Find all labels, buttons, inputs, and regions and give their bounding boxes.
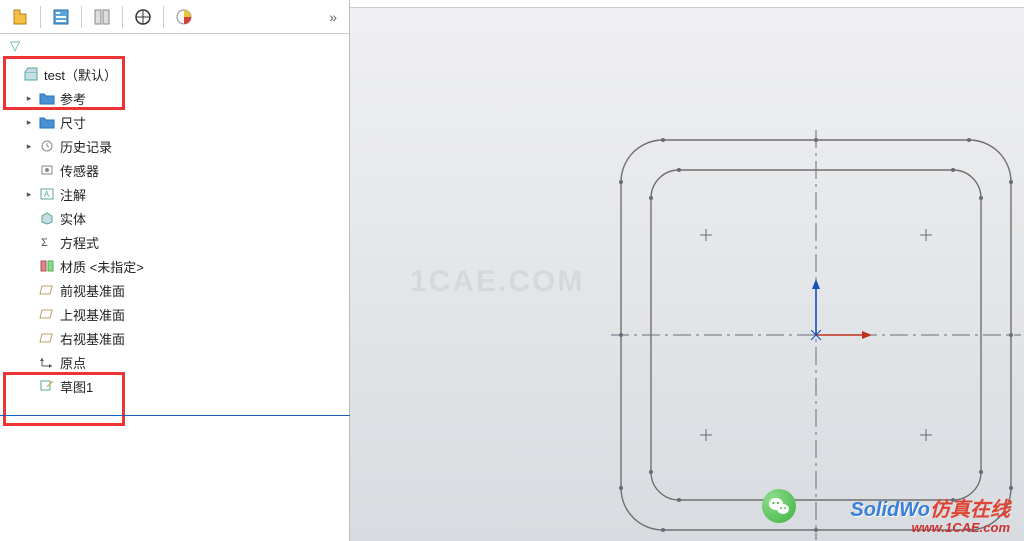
tree-item-sensors[interactable]: 传感器: [0, 158, 349, 182]
origin-icon: [38, 355, 56, 369]
watermark-bottom-right: SolidWo仿真在线 www.1CAE.com: [850, 493, 1010, 535]
property-manager-icon: [52, 8, 70, 26]
tree-item-label: 右视基准面: [60, 329, 125, 348]
tree-item-label: 历史记录: [60, 137, 112, 156]
tree-item-sketch1[interactable]: 草图1: [0, 374, 349, 398]
expand-button[interactable]: »: [329, 9, 345, 25]
tree-toolbar: »: [0, 0, 349, 34]
tree-item-label: 原点: [60, 353, 86, 372]
filter-row[interactable]: ▽: [0, 34, 349, 58]
tab-display-manager[interactable]: [168, 4, 200, 30]
solid-icon: [38, 211, 56, 225]
tree-item-label: 参考: [60, 89, 86, 108]
filter-icon: ▽: [10, 38, 20, 54]
sensor-icon: [38, 163, 56, 177]
tree-root[interactable]: test（默认）: [0, 62, 349, 86]
material-icon: [38, 259, 56, 273]
history-icon: [38, 139, 56, 153]
equation-icon: Σ: [38, 235, 56, 249]
feature-manager-icon: [11, 8, 29, 26]
tree-item-label: 方程式: [60, 233, 99, 252]
tree-item-top-plane[interactable]: 上视基准面: [0, 302, 349, 326]
tab-property-manager[interactable]: [45, 4, 77, 30]
toolbar-separator: [81, 6, 82, 28]
part-icon: [22, 66, 40, 82]
caret-icon: ▸: [24, 117, 34, 128]
tab-configuration-manager[interactable]: [86, 4, 118, 30]
plane-icon: [38, 307, 56, 321]
tree-item-label: 实体: [60, 209, 86, 228]
plane-icon: [38, 331, 56, 345]
tree-item-material[interactable]: 材质 <未指定>: [0, 254, 349, 278]
dimxpert-icon: [134, 8, 152, 26]
watermark-url: www.1CAE.com: [850, 520, 1010, 535]
caret-icon: ▸: [24, 93, 34, 104]
tree-item-front-plane[interactable]: 前视基准面: [0, 278, 349, 302]
tree-item-label: 材质 <未指定>: [60, 257, 144, 276]
tree-item-label: 草图1: [60, 377, 93, 396]
wechat-icon: [762, 489, 796, 523]
tree-item-label: 前视基准面: [60, 281, 125, 300]
sketch-icon: [38, 379, 56, 393]
tab-feature-manager[interactable]: [4, 4, 36, 30]
toolbar-separator: [122, 6, 123, 28]
plane-icon: [38, 283, 56, 297]
feature-tree: test（默认） ▸ 参考 ▸ 尺寸 ▸ 历史记录 传感器: [0, 58, 349, 541]
tree-item-label: 上视基准面: [60, 305, 125, 324]
annotation-icon: A: [38, 187, 56, 201]
caret-icon: ▸: [24, 141, 34, 152]
watermark-brand-cn: 仿真在线: [930, 499, 1010, 521]
folder-icon: [38, 91, 56, 105]
caret-icon: ▸: [24, 189, 34, 200]
graphics-viewport[interactable]: 1CAE.COM SolidWo仿真在线 www.1CAE.com: [350, 0, 1024, 541]
svg-text:A: A: [44, 190, 50, 199]
tree-item-label: 注解: [60, 185, 86, 204]
watermark-center: 1CAE.COM: [410, 265, 584, 299]
tree-root-label: test（默认）: [44, 65, 117, 84]
tab-dimxpert[interactable]: [127, 4, 159, 30]
tree-item-history[interactable]: ▸ 历史记录: [0, 134, 349, 158]
tree-item-equations[interactable]: Σ 方程式: [0, 230, 349, 254]
svg-text:Σ: Σ: [41, 237, 48, 249]
display-manager-icon: [175, 8, 193, 26]
watermark-brand-en: SolidWo: [850, 499, 930, 521]
selection-underline: [0, 415, 356, 416]
tree-item-right-plane[interactable]: 右视基准面: [0, 326, 349, 350]
feature-tree-panel: » ▽ test（默认） ▸ 参考 ▸ 尺寸: [0, 0, 350, 541]
toolbar-separator: [40, 6, 41, 28]
tree-item-dimensions[interactable]: ▸ 尺寸: [0, 110, 349, 134]
folder-icon: [38, 115, 56, 129]
app-root: » ▽ test（默认） ▸ 参考 ▸ 尺寸: [0, 0, 1024, 541]
tree-item-references[interactable]: ▸ 参考: [0, 86, 349, 110]
toolbar-separator: [163, 6, 164, 28]
tree-item-origin[interactable]: 原点: [0, 350, 349, 374]
tree-item-annotations[interactable]: ▸ A 注解: [0, 182, 349, 206]
tree-item-label: 传感器: [60, 161, 99, 180]
tree-item-solid-bodies[interactable]: 实体: [0, 206, 349, 230]
configuration-icon: [93, 8, 111, 26]
tree-item-label: 尺寸: [60, 113, 86, 132]
